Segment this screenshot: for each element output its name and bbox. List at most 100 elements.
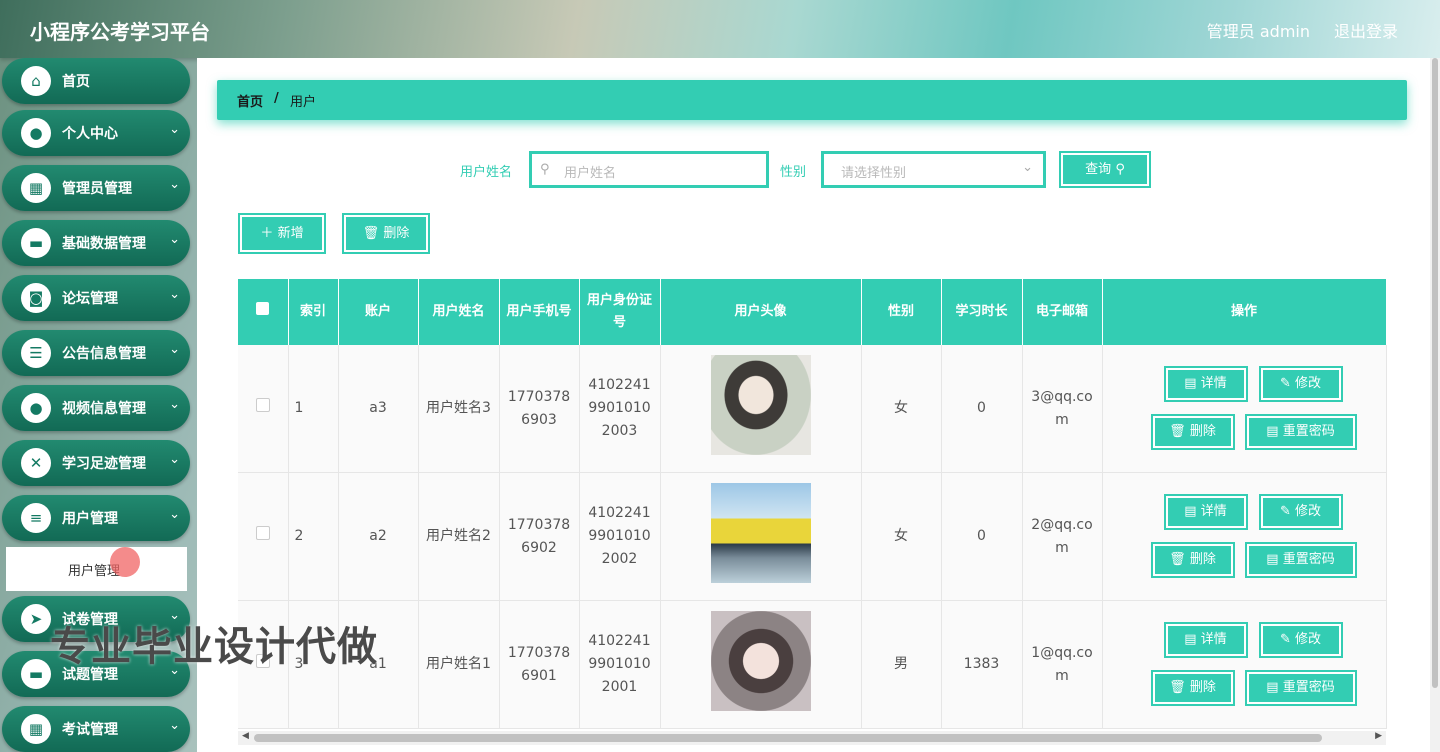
detail-button[interactable]: ▤ 详情 xyxy=(1163,622,1248,658)
header-cell: 索引 xyxy=(288,279,339,345)
gender-search-label: 性别 xyxy=(780,165,807,180)
index-cell: 1 xyxy=(288,345,339,473)
id-card-cell: 410224199010102001 xyxy=(579,600,661,729)
sidebar-item[interactable]: ▦ 考试管理 ⌄ xyxy=(2,706,190,752)
avatar-cell xyxy=(660,600,862,729)
chevron-down-icon: ⌄ xyxy=(169,718,180,733)
scrollbar-thumb[interactable] xyxy=(254,734,1322,742)
sidebar-item-label: 视频信息管理 xyxy=(62,401,146,417)
chevron-down-icon: ⌄ xyxy=(169,232,180,247)
user-avatar xyxy=(710,610,811,711)
reset-password-button-label: 重置密码 xyxy=(1282,552,1335,567)
batch-delete-label: 删除 xyxy=(383,226,410,241)
row-checkbox[interactable] xyxy=(238,472,289,601)
submenu-item-user-manage[interactable]: 用户管理 xyxy=(6,547,187,591)
reset-password-button[interactable]: ▤ 重置密码 xyxy=(1244,542,1357,578)
header-cell: 用户头像 xyxy=(660,279,862,345)
delete-button[interactable]: 🗑 删除 xyxy=(1150,670,1235,706)
breadcrumb-home[interactable]: 首页 xyxy=(237,91,263,110)
avatar-cell xyxy=(660,345,862,473)
sidebar-item[interactable]: ● 个人中心 ⌄ xyxy=(2,110,190,156)
table-row: 1 a3 用户姓名3 17703786903 410224199010102003 女 0 3… xyxy=(238,345,1387,473)
admin-label: 管理员 admin xyxy=(1206,22,1310,41)
sidebar-item[interactable]: ◙ 论坛管理 ⌄ xyxy=(2,275,190,321)
horizontal-scrollbar[interactable]: ◀ ▶ xyxy=(238,731,1386,745)
header-cell: 操作 xyxy=(1102,279,1387,345)
clipboard-icon: ✕ xyxy=(21,448,51,478)
chevron-down-icon: ⌄ xyxy=(169,122,180,137)
gender-cell: 女 xyxy=(861,472,942,601)
scrollbar-thumb[interactable] xyxy=(1432,58,1438,688)
vertical-scrollbar[interactable] xyxy=(1430,58,1440,752)
delete-button[interactable]: 🗑 删除 xyxy=(1150,414,1235,450)
chevron-down-icon: ⌄ xyxy=(169,507,180,522)
header-cell: 账户 xyxy=(338,279,419,345)
edit-button-label: 修改 xyxy=(1295,376,1322,391)
table-row: 3 a1 用户姓名1 17703786901 410224199010102001 男 13… xyxy=(238,600,1387,729)
chevron-down-icon: ⌄ xyxy=(169,342,180,357)
plus-icon: ＋ xyxy=(260,226,274,241)
send-icon: ➤ xyxy=(21,604,51,634)
id-card-cell: 410224199010102003 xyxy=(579,345,661,473)
gender-select-placeholder: 请选择性别 xyxy=(841,166,907,181)
trash-icon: 🗑 xyxy=(362,226,380,241)
edit-icon: ✎ xyxy=(1279,376,1295,391)
edit-button[interactable]: ✎ 修改 xyxy=(1258,366,1343,402)
edit-button[interactable]: ✎ 修改 xyxy=(1258,622,1343,658)
study-time-cell: 1383 xyxy=(941,600,1023,729)
document-icon: ▤ xyxy=(1184,632,1201,647)
sidebar-item[interactable]: ▦ 管理员管理 ⌄ xyxy=(2,165,190,211)
chevron-down-icon: ⌄ xyxy=(169,452,180,467)
document-icon: ▤ xyxy=(1184,376,1201,391)
edit-icon: ✎ xyxy=(1279,632,1295,647)
add-button[interactable]: ＋ 新增 xyxy=(238,213,326,254)
email-cell: 1@qq.com xyxy=(1022,600,1103,729)
logout-link[interactable]: 退出登录 xyxy=(1334,18,1398,42)
sidebar-item[interactable]: ▬ 基础数据管理 ⌄ xyxy=(2,220,190,266)
sidebar-item-label: 个人中心 xyxy=(62,126,118,142)
sidebar-item[interactable]: ● 视频信息管理 ⌄ xyxy=(2,385,190,431)
select-all-checkbox[interactable] xyxy=(238,279,289,345)
batch-delete-button[interactable]: 🗑 删除 xyxy=(342,213,430,254)
detail-button-label: 详情 xyxy=(1200,632,1227,647)
ticket-icon: ▬ xyxy=(21,659,51,689)
operations-cell: ▤ 详情 ✎ 修改 🗑 删除 ▤ 重置密码 xyxy=(1102,472,1387,601)
operations-cell: ▤ 详情 ✎ 修改 🗑 删除 ▤ 重置密码 xyxy=(1102,345,1387,473)
gender-select[interactable]: 请选择性别 ⌄ xyxy=(821,151,1046,188)
breadcrumb-current: 用户 xyxy=(290,95,317,110)
sidebar-item[interactable]: ⌂ 首页 xyxy=(2,58,190,104)
sidebar-item-label: 基础数据管理 xyxy=(62,236,146,252)
name-search-placeholder: 用户姓名 xyxy=(564,166,617,181)
scroll-right-icon[interactable]: ▶ xyxy=(1375,731,1382,741)
sliders-icon: ≡ xyxy=(21,503,51,533)
delete-button[interactable]: 🗑 删除 xyxy=(1150,542,1235,578)
reset-password-button[interactable]: ▤ 重置密码 xyxy=(1244,414,1357,450)
query-button[interactable]: 查询 ⚲ xyxy=(1059,151,1151,188)
table-row: 2 a2 用户姓名2 17703786902 410224199010102002 女 0 2… xyxy=(238,472,1387,601)
main-panel: 首页 / 用户 用户姓名 ⚲ 用户姓名 性别 请选择性别 ⌄ 查询 ⚲ ＋ 新增… xyxy=(197,58,1430,752)
scroll-left-icon[interactable]: ◀ xyxy=(242,731,249,741)
trash-icon: 🗑 xyxy=(1169,424,1190,439)
edit-button-label: 修改 xyxy=(1295,504,1322,519)
detail-button-label: 详情 xyxy=(1200,504,1227,519)
phone-cell: 17703786901 xyxy=(499,600,580,729)
detail-button[interactable]: ▤ 详情 xyxy=(1163,494,1248,530)
search-icon: ⚲ xyxy=(1115,162,1125,177)
detail-button[interactable]: ▤ 详情 xyxy=(1163,366,1248,402)
header-cell: 用户身份证号 xyxy=(579,279,661,345)
header-cell: 性别 xyxy=(861,279,942,345)
app-title: 小程序公考学习平台 xyxy=(30,20,210,44)
sidebar-item[interactable]: ≡ 用户管理 ⌄ xyxy=(2,495,190,541)
name-search-input[interactable]: ⚲ 用户姓名 xyxy=(529,151,769,188)
home-icon: ⌂ xyxy=(21,66,51,96)
sidebar-item[interactable]: ✕ 学习足迹管理 ⌄ xyxy=(2,440,190,486)
delete-button-label: 删除 xyxy=(1189,680,1216,695)
edit-button[interactable]: ✎ 修改 xyxy=(1258,494,1343,530)
sidebar-item-label: 学习足迹管理 xyxy=(62,456,146,472)
sidebar-item[interactable]: ☰ 公告信息管理 ⌄ xyxy=(2,330,190,376)
row-checkbox[interactable] xyxy=(238,345,289,473)
reset-password-button[interactable]: ▤ 重置密码 xyxy=(1244,670,1357,706)
bulb-icon: ● xyxy=(21,393,51,423)
avatar-cell xyxy=(660,472,862,601)
name-search-label: 用户姓名 xyxy=(460,165,513,180)
